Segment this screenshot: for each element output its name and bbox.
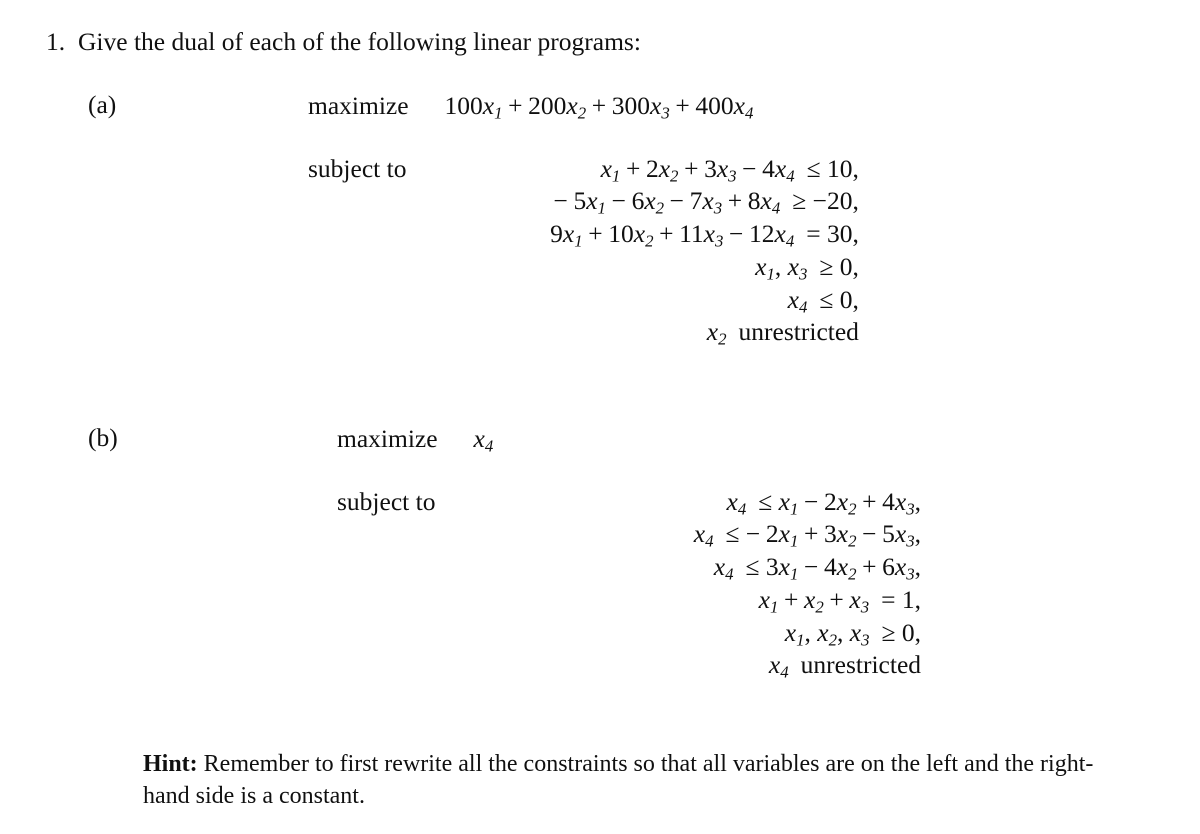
lp-a-grid: maximize 100x1 +200x2 +300x3 +400x4 subject…	[308, 91, 859, 350]
problem-number: 1.	[46, 27, 66, 56]
lp-b-spacer-right	[452, 457, 921, 485]
lp-a-row-3: 9x1 +10x2 +11x3−12x4 = 30,	[550, 219, 859, 251]
lp-b-row-4: x1 + x2 + x3 = 1,	[758, 584, 922, 617]
document-page: 1. Give the dual of each of the following…	[0, 0, 1200, 834]
hint-label: Hint:	[143, 751, 198, 777]
problem-statement-text: Give the dual of each of the following l…	[78, 27, 641, 56]
lp-b-row-6: x4 unrestricted	[768, 650, 922, 682]
part-label-a: (a)	[88, 90, 117, 119]
lp-a-row-1: x1 +2x2 +3x3−4x4 ≤10,	[600, 153, 859, 186]
part-label-b: (b)	[88, 423, 118, 452]
lp-a-objective-keyword: maximize	[308, 91, 409, 120]
lp-b-objective-expression: x4	[473, 424, 494, 456]
hint-text: Remember to first rewrite all the constr…	[143, 751, 1094, 810]
lp-b-row-2: x4 ≤ −2x1 +3x2−5x3,	[693, 519, 922, 552]
lp-b-row-5: x1, x2, x3 ≥0,	[784, 617, 922, 650]
hint-paragraph: Hint: Remember to first rewrite all the …	[143, 748, 1128, 813]
lp-a-row-6: x2 unrestricted	[706, 317, 859, 349]
lp-a-spacer-right	[423, 124, 859, 152]
lp-b-constraint-keyword: subject to	[337, 486, 436, 516]
lp-a-row-2: −5x1−6x2−7x3 +8x4 ≥ −20,	[553, 186, 859, 219]
lp-b-row-3: x4 ≤3x1−4x2 +6x3,	[713, 552, 922, 584]
lp-b-row-1: x4 ≤ x1−2x2 +4x3,	[726, 486, 922, 519]
lp-a-objective-expression: 100x1 +200x2 +300x3 +400x4	[444, 91, 754, 123]
lp-a-row-5: x4 ≤0,	[787, 284, 859, 317]
lp-a-row-4: x1, x3 ≥0,	[755, 251, 859, 284]
lp-b-objective-keyword: maximize	[337, 424, 438, 453]
problem-statement: 1. Give the dual of each of the following…	[46, 26, 641, 58]
lp-a-constraint-keyword: subject to	[308, 153, 407, 183]
lp-b-grid: maximize x4 subject to x4 ≤x1−2x2+4x3,	[337, 424, 921, 683]
